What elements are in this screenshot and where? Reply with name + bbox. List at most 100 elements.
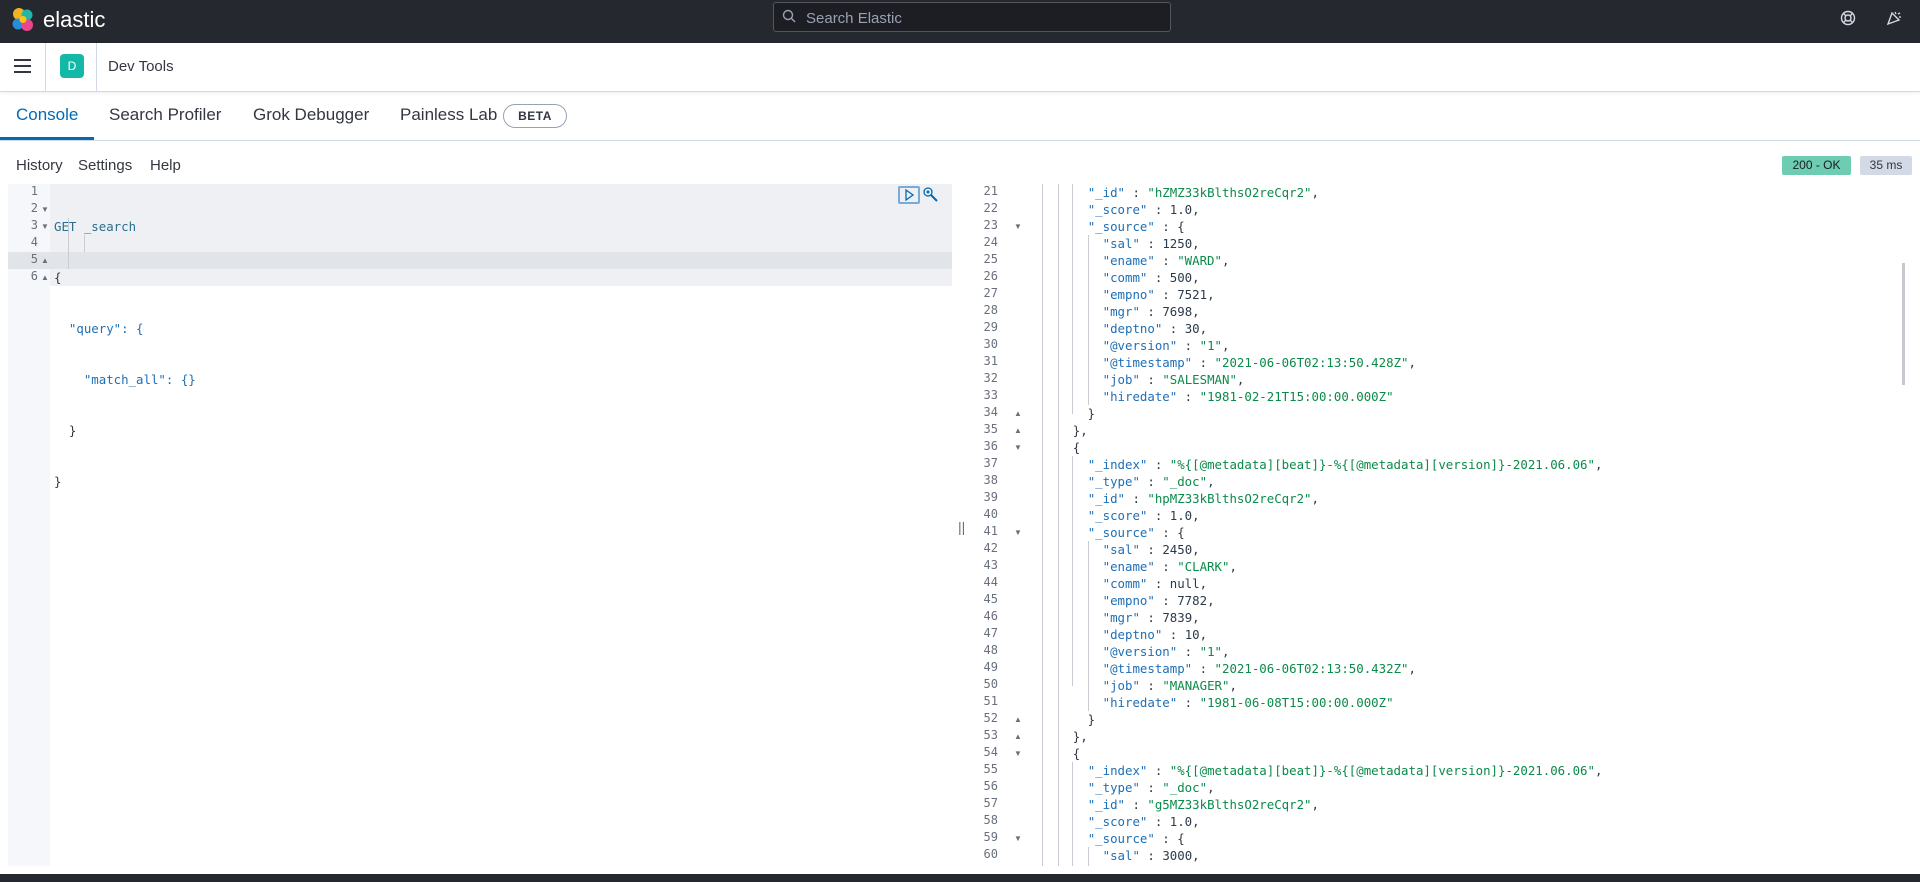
code-line: "@version" : "1",: [1102, 644, 1230, 659]
code-line: "job" : "MANAGER",: [1102, 678, 1237, 693]
code-line: "empno" : 7782,: [1102, 593, 1215, 608]
output-scrollbar[interactable]: [1902, 263, 1905, 385]
line-number: 27: [983, 286, 998, 300]
line-number: 38: [983, 473, 998, 487]
line-number: 52: [983, 711, 998, 725]
code-line: "comm" : 500,: [1102, 270, 1200, 285]
line-number: 37: [983, 456, 998, 470]
fold-close-icon[interactable]: ▲: [1014, 426, 1022, 435]
line-number: 47: [983, 626, 998, 640]
code-line: {: [54, 270, 62, 285]
fold-close-icon[interactable]: ▲: [1014, 715, 1022, 724]
search-input[interactable]: [804, 7, 1158, 29]
line-number: 49: [983, 660, 998, 674]
line-number: 60: [983, 847, 998, 861]
line-number: 43: [983, 558, 998, 572]
line-number: 33: [983, 388, 998, 402]
code-line: "_score" : 1.0,: [1087, 202, 1200, 217]
wrench-icon[interactable]: [922, 186, 940, 204]
space-avatar[interactable]: D: [60, 54, 84, 78]
tab-search-profiler[interactable]: Search Profiler: [109, 105, 221, 125]
line-number: 34: [983, 405, 998, 419]
code-line: "@timestamp" : "2021-06-06T02:13:50.432Z…: [1102, 661, 1416, 676]
tab-painless-lab[interactable]: Painless Lab: [400, 105, 497, 125]
line-number: 51: [983, 694, 998, 708]
code-line: "empno" : 7521,: [1102, 287, 1215, 302]
line-number: 24: [983, 235, 998, 249]
status-badge: 200 - OK: [1782, 156, 1851, 175]
code-line: "hiredate" : "1981-02-21T15:00:00.000Z": [1102, 389, 1394, 404]
header-divider: [45, 43, 46, 91]
code-line: "sal" : 1250,: [1102, 236, 1200, 251]
line-number: 35: [983, 422, 998, 436]
fold-close-icon[interactable]: ▲: [1014, 409, 1022, 418]
line-number: 59: [983, 830, 998, 844]
line-number: 39: [983, 490, 998, 504]
fold-open-icon[interactable]: ▼: [41, 205, 49, 214]
line-number: 48: [983, 643, 998, 657]
fold-close-icon[interactable]: ▲: [1014, 732, 1022, 741]
line-number: 6: [30, 269, 38, 283]
line-number: 36: [983, 439, 998, 453]
send-request-button[interactable]: [898, 186, 920, 204]
line-number: 1: [30, 184, 38, 198]
code-line: "_source" : {: [1087, 219, 1185, 234]
fold-open-icon[interactable]: ▼: [1014, 834, 1022, 843]
line-number: 29: [983, 320, 998, 334]
fold-open-icon[interactable]: ▼: [41, 222, 49, 231]
help-icon[interactable]: [1840, 10, 1856, 26]
response-code: "_id" : "hZMZ33kBlthsO2reCqr2", "_score"…: [1028, 184, 1603, 864]
line-number: 50: [983, 677, 998, 691]
line-number: 53: [983, 728, 998, 742]
code-line: "_index" : "%{[@metadata][beat]}-%{[@met…: [1087, 763, 1603, 778]
code-line: }: [1028, 406, 1096, 421]
code-line: "_type" : "_doc",: [1087, 780, 1215, 795]
newsfeed-icon[interactable]: [1886, 10, 1902, 26]
resize-handle-icon[interactable]: ||: [958, 519, 965, 535]
line-number: 28: [983, 303, 998, 317]
dev-tools-tabs: Console Search Profiler Grok Debugger Pa…: [0, 92, 1920, 141]
brand-name[interactable]: elastic: [43, 7, 105, 33]
line-number: 21: [983, 184, 998, 198]
help-link[interactable]: Help: [150, 157, 181, 174]
global-header: elastic: [0, 0, 1920, 43]
code-line: }: [54, 474, 62, 489]
fold-open-icon[interactable]: ▼: [1014, 443, 1022, 452]
code-line: "match_all": {}: [54, 372, 196, 387]
request-editor[interactable]: 1 2 3 4 5 6 ▼ ▼ ▲ ▲ GET _search { "query…: [8, 184, 960, 866]
breadcrumb: Dev Tools: [108, 58, 174, 75]
tab-grok-debugger[interactable]: Grok Debugger: [253, 105, 369, 125]
response-output[interactable]: 21 22 23 24 25 26 27 28 29 30 31 32 33 34 35 36 37 38 39 40…: [968, 184, 1912, 866]
code-line: "query": {: [54, 321, 144, 336]
line-number: 45: [983, 592, 998, 606]
line-number: 46: [983, 609, 998, 623]
line-number: 54: [983, 745, 998, 759]
history-link[interactable]: History: [16, 157, 63, 174]
line-number: 57: [983, 796, 998, 810]
code-line: "_source" : {: [1087, 831, 1185, 846]
editor-gutter: [8, 184, 50, 866]
code-line: "ename" : "WARD",: [1102, 253, 1230, 268]
line-number: 44: [983, 575, 998, 589]
menu-icon[interactable]: [14, 59, 31, 73]
code-line: "_score" : 1.0,: [1087, 508, 1200, 523]
fold-open-icon[interactable]: ▼: [1014, 528, 1022, 537]
global-search[interactable]: [773, 2, 1171, 32]
tab-console[interactable]: Console: [16, 105, 78, 125]
line-number: 58: [983, 813, 998, 827]
line-number: 5: [30, 252, 38, 266]
line-number: 25: [983, 252, 998, 266]
fold-close-icon[interactable]: ▲: [41, 256, 49, 265]
line-number: 32: [983, 371, 998, 385]
header-divider: [96, 43, 97, 91]
code-line: "_index" : "%{[@metadata][beat]}-%{[@met…: [1087, 457, 1603, 472]
code-line: {: [1028, 746, 1081, 761]
response-time-badge: 35 ms: [1860, 156, 1912, 175]
settings-link[interactable]: Settings: [78, 157, 132, 174]
fold-open-icon[interactable]: ▼: [1014, 749, 1022, 758]
fold-close-icon[interactable]: ▲: [41, 273, 49, 282]
line-number: 23: [983, 218, 998, 232]
elastic-logo-icon[interactable]: [10, 6, 36, 34]
fold-open-icon[interactable]: ▼: [1014, 222, 1022, 231]
code-line: "job" : "SALESMAN",: [1102, 372, 1245, 387]
